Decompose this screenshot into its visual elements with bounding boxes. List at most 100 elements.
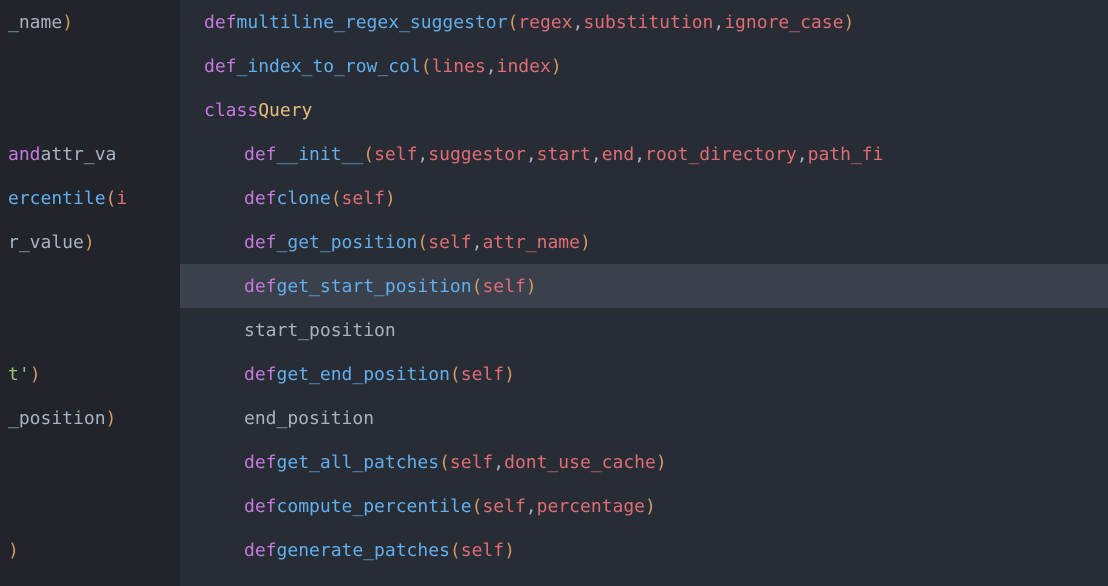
outline-token: ) (385, 185, 396, 212)
outline-token: __init__ (277, 141, 364, 168)
outline-token: ( (363, 141, 374, 168)
code-token: _position (8, 405, 106, 432)
outline-token: ( (450, 361, 461, 388)
outline-token: root_directory (645, 141, 797, 168)
outline-token: start (537, 141, 591, 168)
code-line[interactable]: t') (0, 352, 180, 396)
code-token: ) (84, 229, 95, 256)
code-token: t' (8, 361, 30, 388)
outline-token: self (482, 273, 525, 300)
outline-token: lines (432, 53, 486, 80)
outline-token: class (204, 97, 258, 124)
outline-token: def (244, 449, 277, 476)
outline-token: , (797, 141, 808, 168)
outline-token: ( (472, 493, 483, 520)
outline-token: , (591, 141, 602, 168)
outline-token: percentage (537, 493, 645, 520)
outline-token: dont_use_cache (504, 449, 656, 476)
outline-token: multiline_regex_suggestor (237, 9, 508, 36)
outline-token: ( (507, 9, 518, 36)
code-line[interactable] (0, 264, 180, 308)
outline-token: ) (645, 493, 656, 520)
outline-token: self (428, 229, 471, 256)
code-token: _name (8, 9, 62, 36)
outline-token: ( (417, 229, 428, 256)
outline-token: def (244, 229, 277, 256)
outline-token: self (450, 449, 493, 476)
outline-token: generate_patches (277, 537, 450, 564)
outline-token: ) (551, 53, 562, 80)
outline-token: , (634, 141, 645, 168)
code-token: and (8, 141, 41, 168)
outline-token: ignore_case (724, 9, 843, 36)
outline-token: index (497, 53, 551, 80)
outline-item[interactable]: def generate_patches(self) (180, 528, 1108, 572)
outline-item[interactable]: def clone(self) (180, 176, 1108, 220)
code-token: ) (8, 537, 19, 564)
outline-token: get_start_position (277, 273, 472, 300)
outline-token: ) (843, 9, 854, 36)
outline-token: , (526, 493, 537, 520)
outline-token: def (244, 537, 277, 564)
outline-token: def (204, 9, 237, 36)
outline-token: get_all_patches (277, 449, 440, 476)
outline-token: get_end_position (277, 361, 450, 388)
outline-token: clone (277, 185, 331, 212)
code-line[interactable]: ) (0, 528, 180, 572)
code-line[interactable]: _name) (0, 0, 180, 44)
outline-token: compute_percentile (277, 493, 472, 520)
code-line[interactable]: r_value) (0, 220, 180, 264)
outline-token: def (244, 185, 277, 212)
outline-token: self (461, 537, 504, 564)
outline-item[interactable]: start_position (180, 308, 1108, 352)
outline-token: self (342, 185, 385, 212)
code-line[interactable] (0, 88, 180, 132)
outline-token: self (482, 493, 525, 520)
code-token: ( (106, 185, 117, 212)
code-token: i (116, 185, 127, 212)
code-line[interactable]: _position) (0, 396, 180, 440)
code-line[interactable] (0, 440, 180, 484)
outline-token: , (493, 449, 504, 476)
outline-token: ( (450, 537, 461, 564)
code-line[interactable] (0, 308, 180, 352)
outline-item[interactable]: def compute_percentile(self, percentage) (180, 484, 1108, 528)
outline-item[interactable]: def __init__(self, suggestor, start, end… (180, 132, 1108, 176)
outline-token: def (244, 361, 277, 388)
outline-item[interactable]: def get_end_position(self) (180, 352, 1108, 396)
outline-item[interactable]: class Query (180, 88, 1108, 132)
outline-token: def (244, 273, 277, 300)
outline-token: ) (526, 273, 537, 300)
outline-token: Query (258, 97, 312, 124)
outline-token: attr_name (482, 229, 580, 256)
code-line[interactable]: and attr_va (0, 132, 180, 176)
code-line[interactable] (0, 484, 180, 528)
outline-item[interactable]: def get_start_position(self) (180, 264, 1108, 308)
outline-token: substitution (583, 9, 713, 36)
outline-token: , (417, 141, 428, 168)
outline-item[interactable]: def multiline_regex_suggestor(regex, sub… (180, 0, 1108, 44)
outline-item[interactable]: def _index_to_row_col(lines, index) (180, 44, 1108, 88)
outline-token: , (713, 9, 724, 36)
outline-token: self (374, 141, 417, 168)
outline-item[interactable]: end_position (180, 396, 1108, 440)
code-line[interactable] (0, 44, 180, 88)
code-token: attr_va (41, 141, 117, 168)
symbol-outline-panel[interactable]: def multiline_regex_suggestor(regex, sub… (180, 0, 1108, 586)
outline-token: path_fi (808, 141, 884, 168)
outline-token: self (461, 361, 504, 388)
outline-token: suggestor (428, 141, 526, 168)
outline-token: ( (472, 273, 483, 300)
outline-item[interactable]: def _get_position(self, attr_name) (180, 220, 1108, 264)
outline-token: def (244, 493, 277, 520)
editor-code-panel[interactable]: _name)and attr_vaercentile(ir_value)t')_… (0, 0, 180, 586)
code-token: ercentile (8, 185, 106, 212)
code-line[interactable]: ercentile(i (0, 176, 180, 220)
outline-token: , (472, 229, 483, 256)
code-token: r_value (8, 229, 84, 256)
outline-token: _index_to_row_col (237, 53, 421, 80)
outline-token: _get_position (277, 229, 418, 256)
outline-item[interactable]: def get_all_patches(self, dont_use_cache… (180, 440, 1108, 484)
outline-token: , (526, 141, 537, 168)
outline-token: regex (518, 9, 572, 36)
